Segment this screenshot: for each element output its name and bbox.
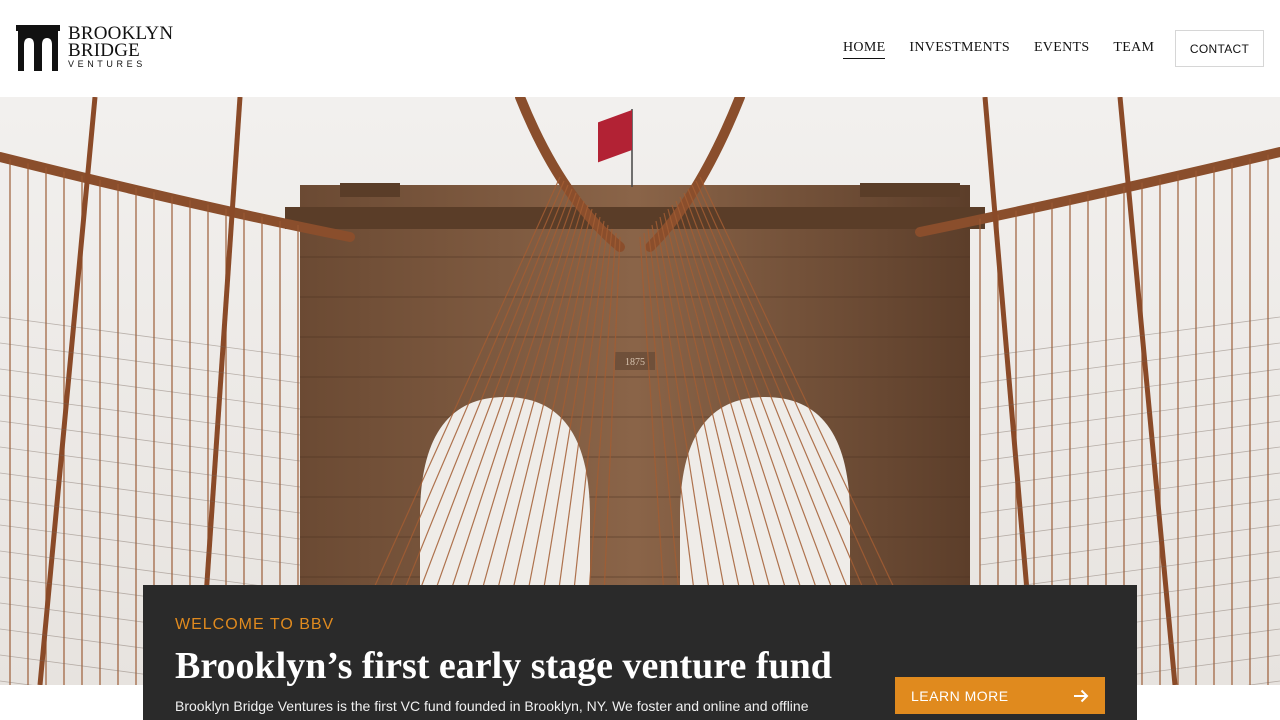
brand-logo[interactable]: BROOKLYN BRIDGE VENTURES [16,24,173,71]
nav-events[interactable]: EVENTS [1034,40,1089,59]
card-body: Brooklyn Bridge Ventures is the first VC… [175,698,809,714]
nav-investments[interactable]: INVESTMENTS [909,40,1010,59]
bridge-tower-logo-icon [16,25,60,71]
learn-more-button[interactable]: LEARN MORE [895,677,1105,714]
brand-wordmark: BROOKLYN BRIDGE VENTURES [68,24,173,69]
contact-button[interactable]: CONTACT [1175,30,1264,67]
learn-more-label: LEARN MORE [911,687,1009,704]
brand-line-2: BRIDGE [68,40,140,61]
brand-line-3: VENTURES [68,59,146,69]
plaque-text: 1875 [625,357,645,368]
main-nav: HOME INVESTMENTS EVENTS TEAM [843,40,1154,59]
nav-team[interactable]: TEAM [1113,40,1154,59]
welcome-card: WELCOME TO BBV Brooklyn’s first early st… [143,585,1137,720]
card-title: Brooklyn’s first early stage venture fun… [175,645,832,687]
card-eyebrow: WELCOME TO BBV [175,616,335,633]
arrow-right-icon [1074,689,1089,702]
site-header: BROOKLYN BRIDGE VENTURES HOME INVESTMENT… [0,0,1280,97]
nav-home[interactable]: HOME [843,40,886,59]
